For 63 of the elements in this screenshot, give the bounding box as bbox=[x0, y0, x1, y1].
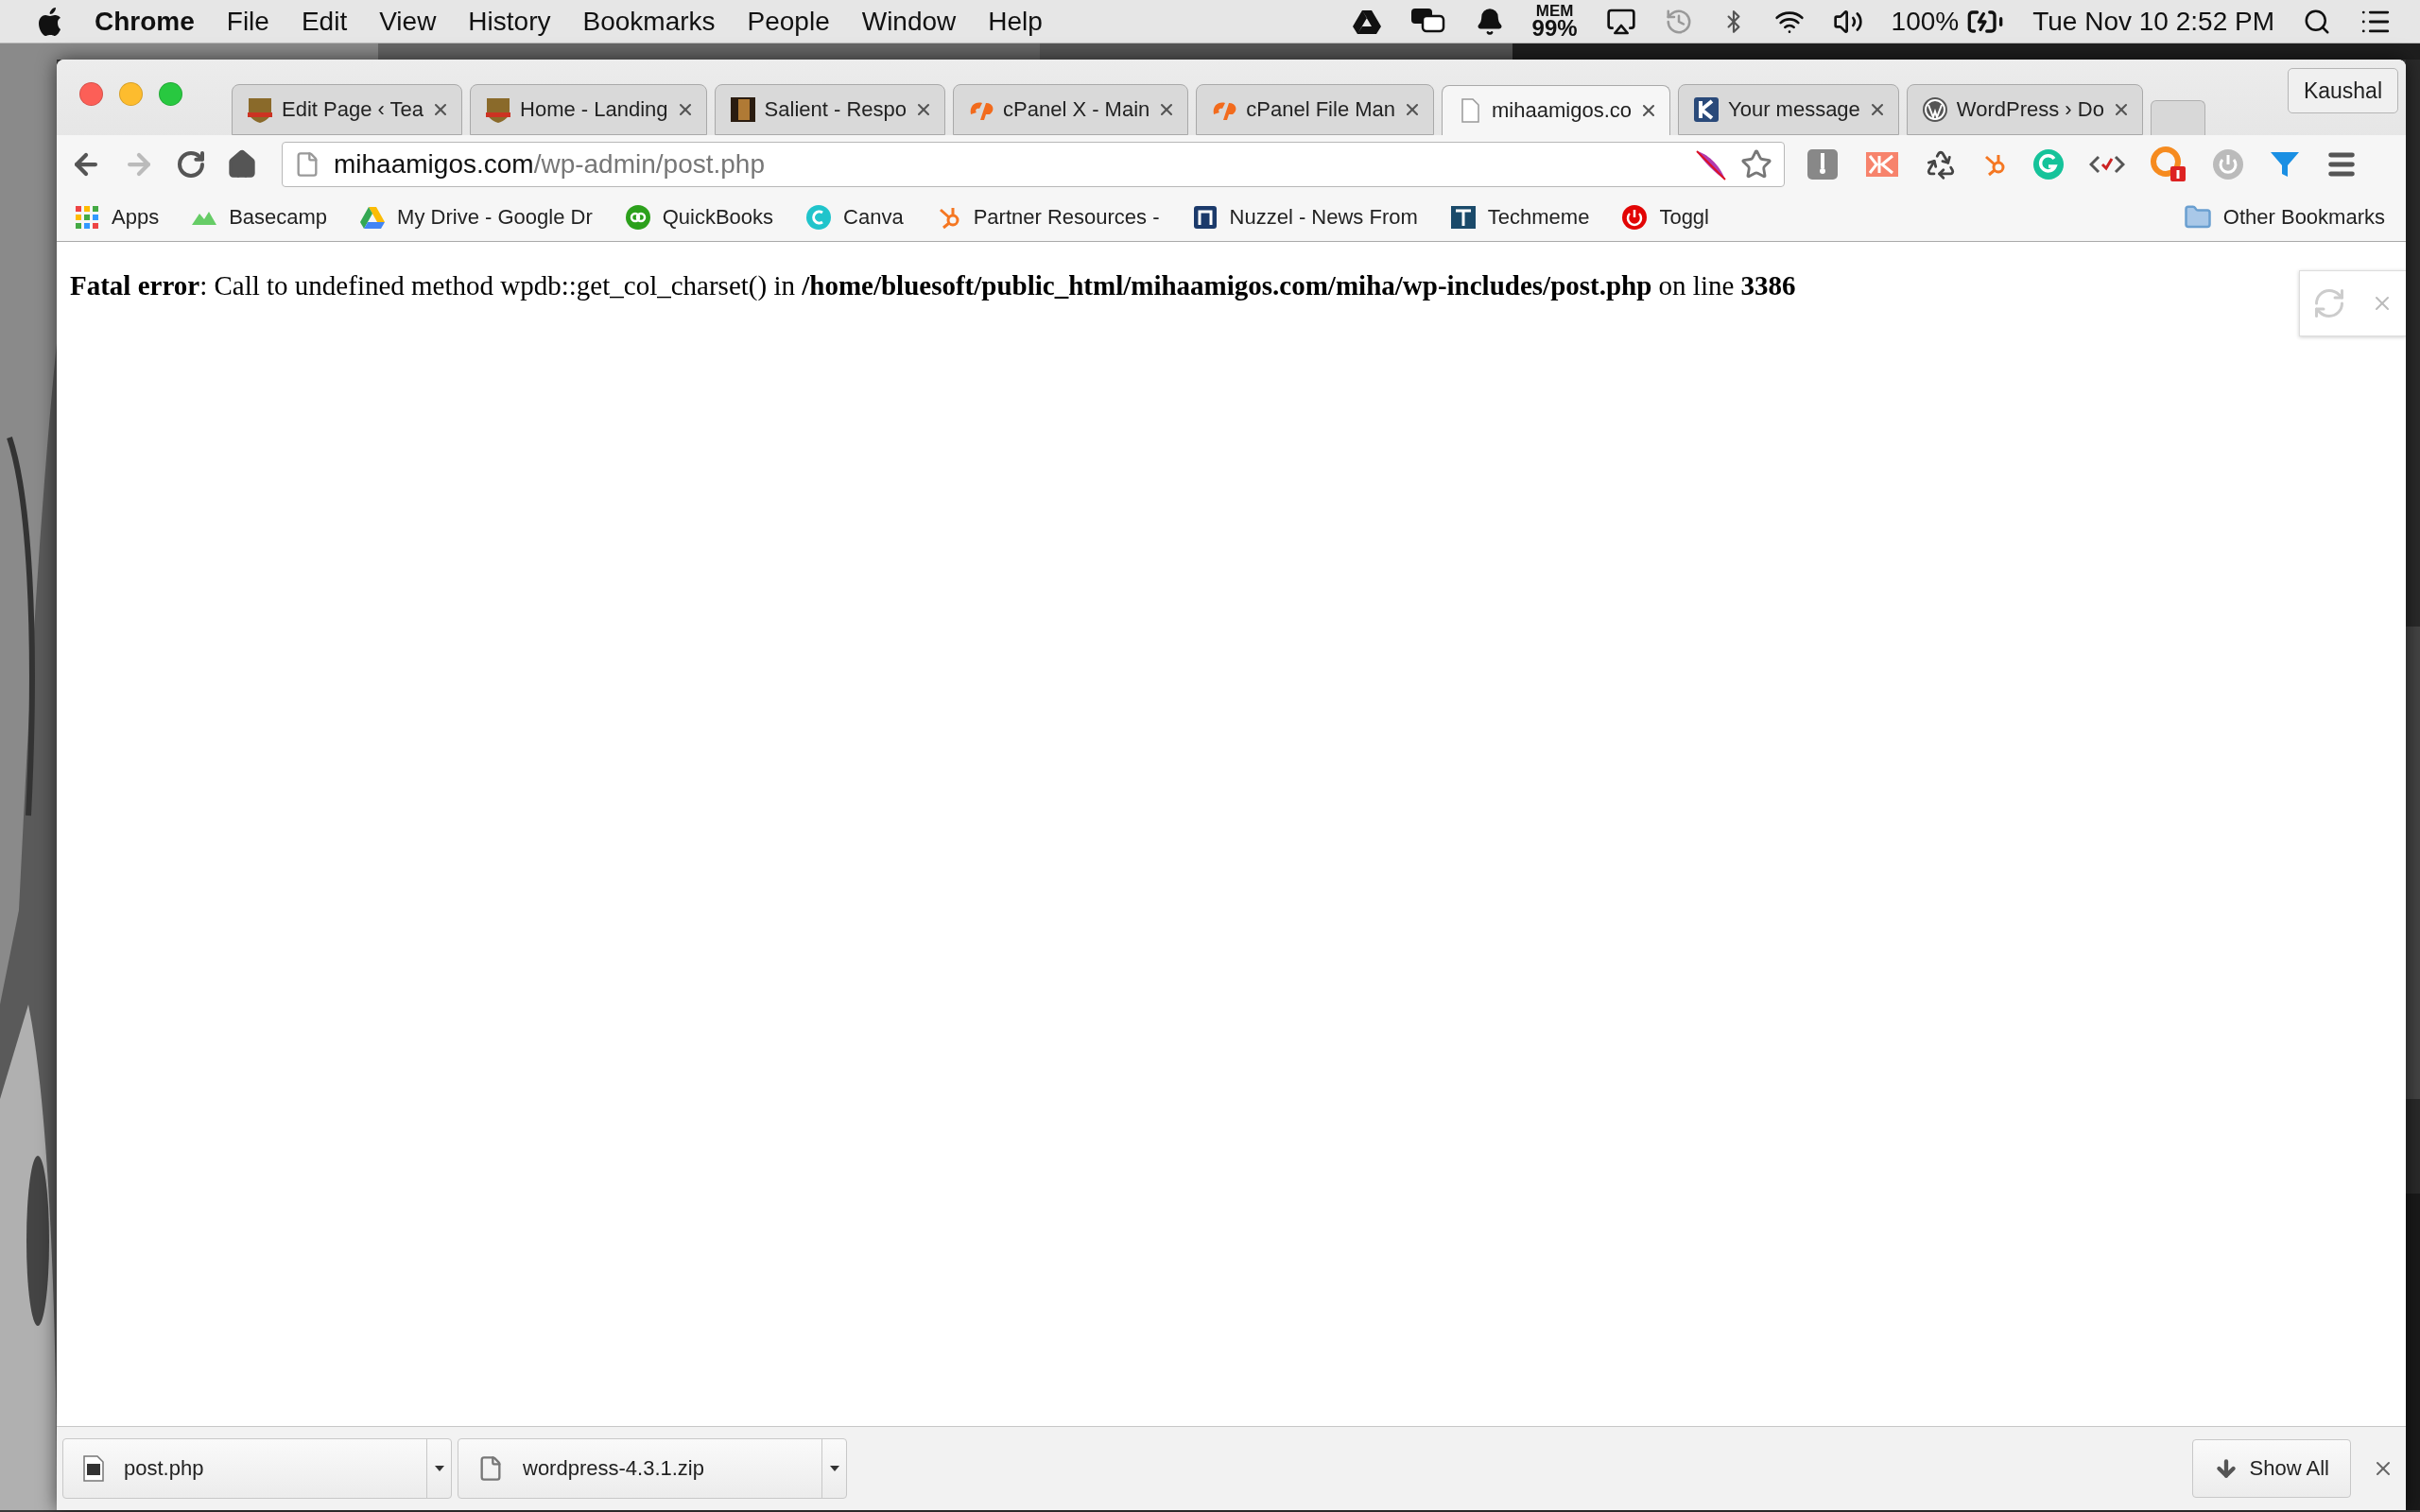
address-bar[interactable]: mihaamigos.com/wp-admin/post.php bbox=[282, 142, 1785, 187]
code-icon[interactable] bbox=[2089, 153, 2125, 176]
techmeme-icon bbox=[1449, 204, 1477, 231]
bookmark-item[interactable]: QuickBooks bbox=[624, 204, 774, 231]
browser-tab[interactable]: Home - Landing bbox=[470, 84, 707, 135]
nuzzel-icon bbox=[1191, 204, 1219, 231]
feather-icon[interactable] bbox=[1693, 147, 1727, 181]
bookmark-item[interactable]: Canva bbox=[805, 204, 904, 231]
bookmark-item[interactable]: Nuzzel - News From bbox=[1191, 204, 1418, 231]
bookmark-item[interactable]: Partner Resources - bbox=[935, 204, 1160, 231]
browser-tab[interactable]: Salient - Respo bbox=[714, 84, 945, 135]
menu-item[interactable]: Help bbox=[988, 6, 1043, 37]
bookmark-item[interactable]: Techmeme bbox=[1449, 204, 1590, 231]
battery-percent[interactable]: 100% bbox=[1891, 6, 1960, 37]
wordpress-icon bbox=[1920, 95, 1949, 124]
document-icon bbox=[82, 1455, 105, 1482]
bookmark-star-icon[interactable] bbox=[1740, 148, 1772, 180]
browser-tab[interactable]: mihaamigos.co bbox=[1442, 85, 1670, 135]
menu-item[interactable]: Bookmarks bbox=[582, 6, 716, 37]
recycle-icon[interactable] bbox=[1925, 148, 1957, 180]
bookmark-item[interactable]: Basecamp bbox=[191, 204, 328, 231]
extension-icon[interactable] bbox=[1806, 147, 1840, 181]
browser-tab[interactable]: Edit Page ‹ Tea bbox=[232, 84, 463, 135]
clock[interactable]: Tue Nov 10 2:52 PM bbox=[2032, 6, 2274, 37]
apple-logo-icon[interactable] bbox=[38, 7, 62, 36]
notification-ring-icon[interactable] bbox=[2150, 146, 2187, 183]
browser-tab[interactable]: cPanel File Man bbox=[1196, 84, 1435, 135]
bookmark-item[interactable]: Toggl bbox=[1621, 204, 1709, 231]
drive-icon bbox=[359, 204, 387, 231]
caret-icon bbox=[829, 1466, 839, 1471]
shield-icon bbox=[484, 95, 513, 124]
thumbnail-icon bbox=[728, 95, 757, 124]
shield-icon bbox=[246, 95, 274, 124]
canva-icon bbox=[805, 204, 833, 231]
show-all-button[interactable]: Show All bbox=[2191, 1439, 2351, 1498]
menu-item[interactable]: People bbox=[747, 6, 830, 37]
download-button[interactable]: post.php bbox=[63, 1439, 426, 1498]
browser-tab[interactable]: WordPress › Do bbox=[1906, 84, 2143, 135]
memory-indicator[interactable]: MEM 99% bbox=[1531, 5, 1578, 38]
home-icon[interactable] bbox=[227, 149, 257, 180]
close-window-button[interactable] bbox=[79, 81, 103, 106]
browser-tab[interactable]: cPanel X - Main bbox=[953, 84, 1189, 135]
download-button[interactable]: wordpress-4.3.1.zip bbox=[458, 1439, 821, 1498]
profile-button[interactable]: Kaushal bbox=[2287, 68, 2398, 113]
error-message: Fatal error: Call to undefined method wpdb::get_col_charset() in /home/bluesoft/public_html/mihaamigos.com/miha/wp-includes/post.php on line 3386 bbox=[70, 270, 1797, 301]
other-bookmarks[interactable]: Other Bookmarks bbox=[2183, 203, 2385, 232]
apps-grid-icon bbox=[74, 204, 100, 231]
reload-icon[interactable] bbox=[176, 149, 206, 180]
letter-k-icon bbox=[1692, 95, 1720, 124]
url-text: mihaamigos.com/wp-admin/post.php bbox=[334, 149, 766, 180]
menu-item[interactable]: History bbox=[468, 6, 551, 37]
menu-item[interactable]: File bbox=[226, 6, 269, 37]
menu-item[interactable]: View bbox=[379, 6, 437, 37]
bookmark-item[interactable]: Apps bbox=[74, 204, 160, 231]
menu-item[interactable]: Window bbox=[861, 6, 957, 37]
caret-icon bbox=[434, 1466, 444, 1471]
app-menu[interactable]: Chrome bbox=[95, 6, 195, 37]
quickbooks-icon bbox=[624, 204, 651, 231]
menu-item[interactable]: Edit bbox=[301, 6, 348, 37]
power-icon bbox=[1621, 204, 1649, 231]
bookmark-item[interactable]: My Drive - Google Dr bbox=[359, 204, 593, 231]
drive-icon[interactable] bbox=[1352, 8, 1381, 35]
browser-tab[interactable]: Your message bbox=[1678, 84, 1899, 135]
